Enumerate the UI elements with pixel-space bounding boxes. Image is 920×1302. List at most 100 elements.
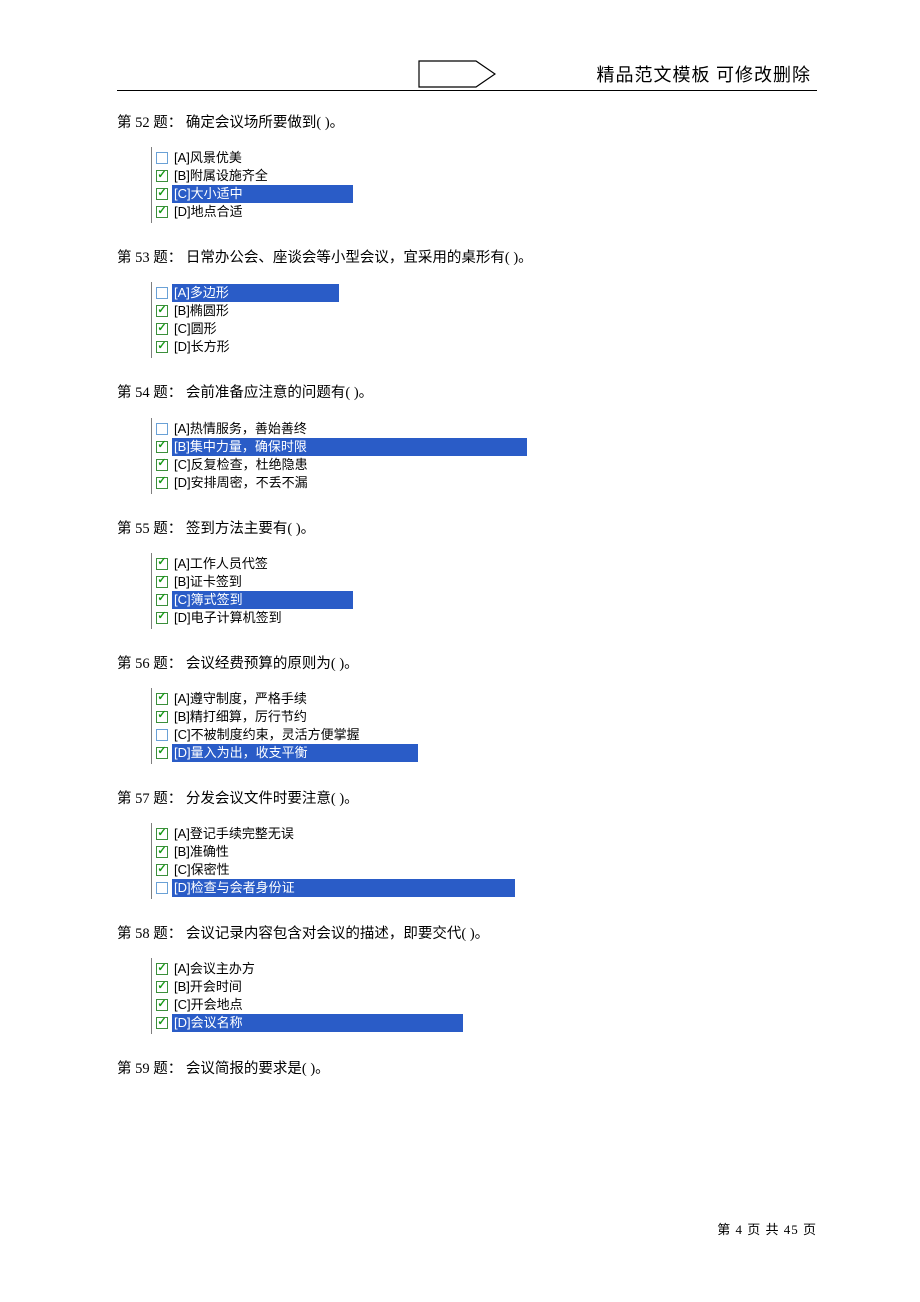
question-58: 第 58 题： 会议记录内容包含对会议的描述，即要交代( )。[A]会议主办方[… <box>117 923 817 1034</box>
option-row[interactable]: [A]登记手续完整无误 <box>156 825 515 843</box>
option-row[interactable]: [A]工作人员代签 <box>156 555 353 573</box>
checkbox-checked-icon[interactable] <box>156 459 168 471</box>
option-row[interactable]: [C]圆形 <box>156 320 339 338</box>
option-row[interactable]: [D]检查与会者身份证 <box>156 879 515 897</box>
checkbox-checked-icon[interactable] <box>156 594 168 606</box>
option-label: [A]工作人员代签 <box>172 555 270 573</box>
checkbox-unchecked-icon[interactable] <box>156 882 168 894</box>
checkbox-checked-icon[interactable] <box>156 747 168 759</box>
checkbox-checked-icon[interactable] <box>156 477 168 489</box>
content-area: 第 52 题： 确定会议场所要做到( )。[A]风景优美[B]附属设施齐全[C]… <box>117 112 817 1106</box>
option-row[interactable]: [A]多边形 <box>156 284 339 302</box>
question-55: 第 55 题： 签到方法主要有( )。 [A]工作人员代签[B]证卡签到[C]簿式… <box>117 518 817 629</box>
checkbox-checked-icon[interactable] <box>156 693 168 705</box>
options-group: [A]会议主办方[B]开会时间[C]开会地点[D]会议名称 <box>151 958 463 1034</box>
checkbox-unchecked-icon[interactable] <box>156 423 168 435</box>
checkbox-checked-icon[interactable] <box>156 612 168 624</box>
question-53: 第 53 题： 日常办公会、座谈会等小型会议，宜采用的桌形有( )。 [A]多边形… <box>117 247 817 358</box>
options-group: [A]登记手续完整无误[B]准确性[C]保密性[D]检查与会者身份证 <box>151 823 515 899</box>
option-row[interactable]: [B]开会时间 <box>156 978 463 996</box>
question-56: 第 56 题： 会议经费预算的原则为( )。[A]遵守制度，严格手续[B]精打细… <box>117 653 817 764</box>
question-stem: 第 54 题： 会前准备应注意的问题有( )。 <box>117 382 817 405</box>
checkbox-unchecked-icon[interactable] <box>156 729 168 741</box>
question-stem: 第 55 题： 签到方法主要有( )。 <box>117 518 817 541</box>
option-row[interactable]: [D]安排周密，不丢不漏 <box>156 474 527 492</box>
option-row[interactable]: [C]簿式签到 <box>156 591 353 609</box>
option-label: [D]地点合适 <box>172 203 245 221</box>
options-group: [A]风景优美[B]附属设施齐全[C]大小适中[D]地点合适 <box>151 147 353 223</box>
option-row[interactable]: [B]准确性 <box>156 843 515 861</box>
checkbox-checked-icon[interactable] <box>156 170 168 182</box>
option-row[interactable]: [C]大小适中 <box>156 185 353 203</box>
option-row[interactable]: [B]集中力量，确保时限 <box>156 438 527 456</box>
checkbox-unchecked-icon[interactable] <box>156 287 168 299</box>
option-label: [D]长方形 <box>172 338 232 356</box>
option-label: [B]证卡签到 <box>172 573 244 591</box>
option-row[interactable]: [D]长方形 <box>156 338 339 356</box>
checkbox-checked-icon[interactable] <box>156 558 168 570</box>
option-label: [C]簿式签到 <box>172 591 353 609</box>
page-footer: 第 4 页 共 45 页 <box>717 1219 817 1238</box>
option-label: [C]大小适中 <box>172 185 353 203</box>
options-group: [A]工作人员代签[B]证卡签到[C]簿式签到[D]电子计算机签到 <box>151 553 353 629</box>
checkbox-checked-icon[interactable] <box>156 981 168 993</box>
checkbox-checked-icon[interactable] <box>156 323 168 335</box>
option-row[interactable]: [A]遵守制度，严格手续 <box>156 690 418 708</box>
checkbox-checked-icon[interactable] <box>156 206 168 218</box>
option-label: [B]集中力量，确保时限 <box>172 438 527 456</box>
option-label: [D]检查与会者身份证 <box>172 879 515 897</box>
option-row[interactable]: [C]反复检查，杜绝隐患 <box>156 456 527 474</box>
option-label: [D]安排周密，不丢不漏 <box>172 474 310 492</box>
question-stem: 第 57 题： 分发会议文件时要注意( )。 <box>117 788 817 811</box>
checkbox-checked-icon[interactable] <box>156 846 168 858</box>
option-row[interactable]: [C]开会地点 <box>156 996 463 1014</box>
question-stem: 第 53 题： 日常办公会、座谈会等小型会议，宜采用的桌形有( )。 <box>117 247 817 270</box>
checkbox-checked-icon[interactable] <box>156 576 168 588</box>
checkbox-checked-icon[interactable] <box>156 963 168 975</box>
option-label: [C]不被制度约束，灵活方便掌握 <box>172 726 362 744</box>
option-label: [A]多边形 <box>172 284 339 302</box>
option-row[interactable]: [B]椭圆形 <box>156 302 339 320</box>
option-label: [A]遵守制度，严格手续 <box>172 690 309 708</box>
checkbox-checked-icon[interactable] <box>156 864 168 876</box>
option-label: [B]附属设施齐全 <box>172 167 270 185</box>
option-label: [B]开会时间 <box>172 978 244 996</box>
option-row[interactable]: [A]会议主办方 <box>156 960 463 978</box>
checkbox-checked-icon[interactable] <box>156 999 168 1011</box>
question-54: 第 54 题： 会前准备应注意的问题有( )。 [A]热情服务，善始善终[B]集中… <box>117 382 817 493</box>
checkbox-checked-icon[interactable] <box>156 828 168 840</box>
option-row[interactable]: [D]会议名称 <box>156 1014 463 1032</box>
option-row[interactable]: [D]地点合适 <box>156 203 353 221</box>
checkbox-checked-icon[interactable] <box>156 1017 168 1029</box>
option-row[interactable]: [B]附属设施齐全 <box>156 167 353 185</box>
page: 精品范文模板 可修改删除 第 52 题： 确定会议场所要做到( )。[A]风景优… <box>0 0 920 1302</box>
options-group: [A]多边形[B]椭圆形[C]圆形[D]长方形 <box>151 282 339 358</box>
option-row[interactable]: [C]不被制度约束，灵活方便掌握 <box>156 726 418 744</box>
option-row[interactable]: [D]电子计算机签到 <box>156 609 353 627</box>
options-group: [A]遵守制度，严格手续[B]精打细算，厉行节约[C]不被制度约束，灵活方便掌握… <box>151 688 418 764</box>
option-row[interactable]: [D]量入为出，收支平衡 <box>156 744 418 762</box>
option-label: [C]反复检查，杜绝隐患 <box>172 456 310 474</box>
checkbox-checked-icon[interactable] <box>156 305 168 317</box>
checkbox-checked-icon[interactable] <box>156 711 168 723</box>
option-label: [A]会议主办方 <box>172 960 257 978</box>
question-stem: 第 58 题： 会议记录内容包含对会议的描述，即要交代( )。 <box>117 923 817 946</box>
option-row[interactable]: [A]风景优美 <box>156 149 353 167</box>
question-stem: 第 52 题： 确定会议场所要做到( )。 <box>117 112 817 135</box>
option-row[interactable]: [C]保密性 <box>156 861 515 879</box>
checkbox-checked-icon[interactable] <box>156 188 168 200</box>
option-row[interactable]: [B]证卡签到 <box>156 573 353 591</box>
option-label: [C]圆形 <box>172 320 219 338</box>
checkbox-checked-icon[interactable] <box>156 341 168 353</box>
option-label: [B]精打细算，厉行节约 <box>172 708 309 726</box>
option-label: [C]保密性 <box>172 861 232 879</box>
checkbox-unchecked-icon[interactable] <box>156 152 168 164</box>
option-label: [A]风景优美 <box>172 149 244 167</box>
question-52: 第 52 题： 确定会议场所要做到( )。 [A]风景优美[B]附属设施齐全[C]… <box>117 112 817 223</box>
option-label: [D]会议名称 <box>172 1014 463 1032</box>
option-label: [B]椭圆形 <box>172 302 231 320</box>
option-row[interactable]: [B]精打细算，厉行节约 <box>156 708 418 726</box>
option-row[interactable]: [A]热情服务，善始善终 <box>156 420 527 438</box>
option-label: [C]开会地点 <box>172 996 245 1014</box>
checkbox-checked-icon[interactable] <box>156 441 168 453</box>
